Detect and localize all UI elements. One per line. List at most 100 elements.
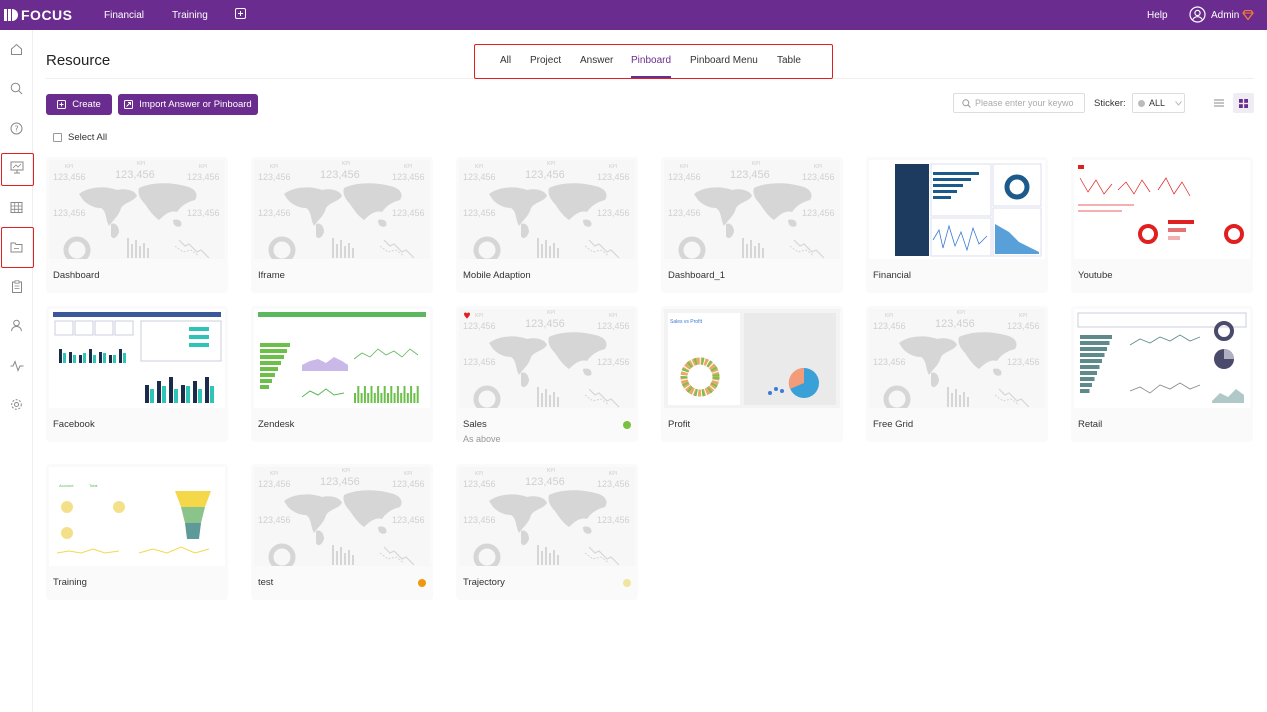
- pinboard-card[interactable]: KPI KPI KPI 123,456 123,456 123,456 123,…: [866, 306, 1048, 442]
- pinboard-thumbnail: Account Total: [49, 467, 225, 566]
- svg-text:123,456: 123,456: [115, 169, 155, 181]
- sticker-dot-icon[interactable]: [623, 579, 631, 587]
- svg-text:123,456: 123,456: [935, 318, 975, 330]
- svg-text:123,456: 123,456: [802, 208, 835, 218]
- nav-training[interactable]: Training: [172, 10, 208, 21]
- svg-text:123,456: 123,456: [392, 208, 425, 218]
- folder-icon[interactable]: [7, 237, 26, 256]
- pinboard-card[interactable]: Retail: [1071, 306, 1253, 442]
- sticker-select[interactable]: ALL: [1132, 93, 1185, 113]
- activity-icon[interactable]: [7, 356, 26, 375]
- logo[interactable]: FOCUS: [4, 7, 73, 23]
- pinboard-card-name: Financial: [873, 270, 912, 281]
- svg-text:123,456: 123,456: [187, 172, 220, 182]
- pinboard-card[interactable]: Account Total Training: [46, 464, 228, 600]
- svg-text:KPI: KPI: [547, 468, 555, 474]
- svg-text:123,456: 123,456: [463, 208, 496, 218]
- settings-icon[interactable]: [7, 395, 26, 414]
- pinboard-thumbnail: [49, 309, 225, 408]
- svg-text:123,456: 123,456: [525, 318, 565, 330]
- checkbox[interactable]: [53, 133, 62, 142]
- svg-text:123,456: 123,456: [258, 172, 291, 182]
- search-icon[interactable]: [7, 79, 26, 98]
- list-view-icon[interactable]: [1213, 96, 1225, 108]
- pinboard-card[interactable]: Facebook: [46, 306, 228, 442]
- pinboard-card[interactable]: KPI KPI KPI 123,456 123,456 123,456 123,…: [46, 157, 228, 293]
- svg-text:KPI: KPI: [475, 313, 483, 319]
- search-input[interactable]: Please enter your keywo: [953, 93, 1085, 113]
- tab-answer[interactable]: Answer: [580, 55, 613, 66]
- nav-financial[interactable]: Financial: [104, 10, 144, 21]
- table-icon[interactable]: [7, 198, 26, 217]
- pinboard-card[interactable]: KPI KPI KPI 123,456 123,456 123,456 123,…: [456, 464, 638, 600]
- pinboard-thumbnail: Sales vs Profit: [664, 309, 840, 408]
- clipboard-icon[interactable]: [7, 277, 26, 296]
- import-button[interactable]: Import Answer or Pinboard: [118, 94, 258, 115]
- tab-project[interactable]: Project: [530, 55, 561, 66]
- user-icon[interactable]: [7, 316, 26, 335]
- tab-table[interactable]: Table: [777, 55, 801, 66]
- create-button[interactable]: Create: [46, 94, 112, 115]
- svg-text:KPI: KPI: [814, 164, 822, 170]
- pinboard-card[interactable]: Sales vs Profit Profit: [661, 306, 843, 442]
- svg-text:KPI: KPI: [404, 471, 412, 477]
- svg-text:KPI: KPI: [137, 161, 145, 167]
- svg-text:KPI: KPI: [547, 161, 555, 167]
- pinboard-card[interactable]: KPI KPI KPI 123,456 123,456 123,456 123,…: [661, 157, 843, 293]
- sticker-dot-icon[interactable]: [418, 579, 426, 587]
- pinboard-card[interactable]: Financial: [866, 157, 1048, 293]
- pinboard-thumbnail: KPI KPI KPI 123,456 123,456 123,456 123,…: [254, 160, 430, 259]
- svg-text:KPI: KPI: [270, 164, 278, 170]
- sticker-dot-icon[interactable]: [623, 421, 631, 429]
- svg-text:123,456: 123,456: [258, 479, 291, 489]
- svg-text:KPI: KPI: [609, 313, 617, 319]
- pinboard-thumbnail: [1074, 309, 1250, 408]
- svg-text:KPI: KPI: [342, 468, 350, 474]
- svg-text:123,456: 123,456: [597, 515, 630, 525]
- svg-text:123,456: 123,456: [320, 476, 360, 488]
- tab-pinboard-menu[interactable]: Pinboard Menu: [690, 55, 758, 66]
- pinboard-card-name: Zendesk: [258, 419, 295, 430]
- grid-view-icon[interactable]: [1233, 93, 1254, 113]
- focus-logo-icon: [4, 9, 18, 21]
- vip-gem-icon: [1242, 9, 1254, 23]
- home-icon[interactable]: [7, 40, 26, 59]
- tab-all[interactable]: All: [500, 55, 511, 66]
- pinboard-card[interactable]: KPI KPI KPI 123,456 123,456 123,456 123,…: [456, 306, 638, 444]
- svg-text:123,456: 123,456: [463, 515, 496, 525]
- pinboard-card-name: Retail: [1078, 419, 1103, 430]
- pinboard-thumbnail: [1074, 160, 1250, 259]
- svg-text:Sales vs Profit: Sales vs Profit: [670, 319, 703, 325]
- svg-text:KPI: KPI: [547, 310, 555, 316]
- select-all-checkbox[interactable]: Select All: [53, 132, 107, 143]
- svg-text:123,456: 123,456: [597, 208, 630, 218]
- svg-text:123,456: 123,456: [53, 172, 86, 182]
- pinboard-card[interactable]: KPI KPI KPI 123,456 123,456 123,456 123,…: [251, 464, 433, 600]
- svg-text:Account: Account: [59, 483, 74, 488]
- pinboard-thumbnail: KPI KPI KPI 123,456 123,456 123,456 123,…: [459, 467, 635, 566]
- svg-text:KPI: KPI: [885, 313, 893, 319]
- help-icon[interactable]: ?: [7, 119, 26, 138]
- tab-pinboard[interactable]: Pinboard: [631, 55, 671, 66]
- pinboard-card-name: Dashboard: [53, 270, 100, 281]
- pinboard-card[interactable]: Youtube: [1071, 157, 1253, 293]
- pinboard-card[interactable]: Zendesk: [251, 306, 433, 442]
- add-tab-icon[interactable]: [235, 8, 246, 22]
- top-bar: FOCUS Financial Training Help Admin: [0, 0, 1267, 30]
- pinboard-card-name: Facebook: [53, 419, 95, 430]
- svg-text:123,456: 123,456: [392, 479, 425, 489]
- pinboard-thumbnail: KPI KPI KPI 123,456 123,456 123,456 123,…: [254, 467, 430, 566]
- svg-text:123,456: 123,456: [463, 357, 496, 367]
- svg-text:Total: Total: [89, 483, 98, 488]
- user-name[interactable]: Admin: [1211, 10, 1239, 21]
- pinboard-icon[interactable]: [7, 158, 26, 177]
- pinboard-card-name: Free Grid: [873, 419, 914, 430]
- pinboard-card[interactable]: KPI KPI KPI 123,456 123,456 123,456 123,…: [456, 157, 638, 293]
- pinboard-card[interactable]: KPI KPI KPI 123,456 123,456 123,456 123,…: [251, 157, 433, 293]
- svg-text:?: ?: [14, 124, 18, 133]
- svg-text:123,456: 123,456: [258, 515, 291, 525]
- help-link[interactable]: Help: [1147, 10, 1168, 21]
- svg-text:KPI: KPI: [957, 310, 965, 316]
- user-avatar-icon[interactable]: [1189, 6, 1206, 26]
- svg-text:123,456: 123,456: [187, 208, 220, 218]
